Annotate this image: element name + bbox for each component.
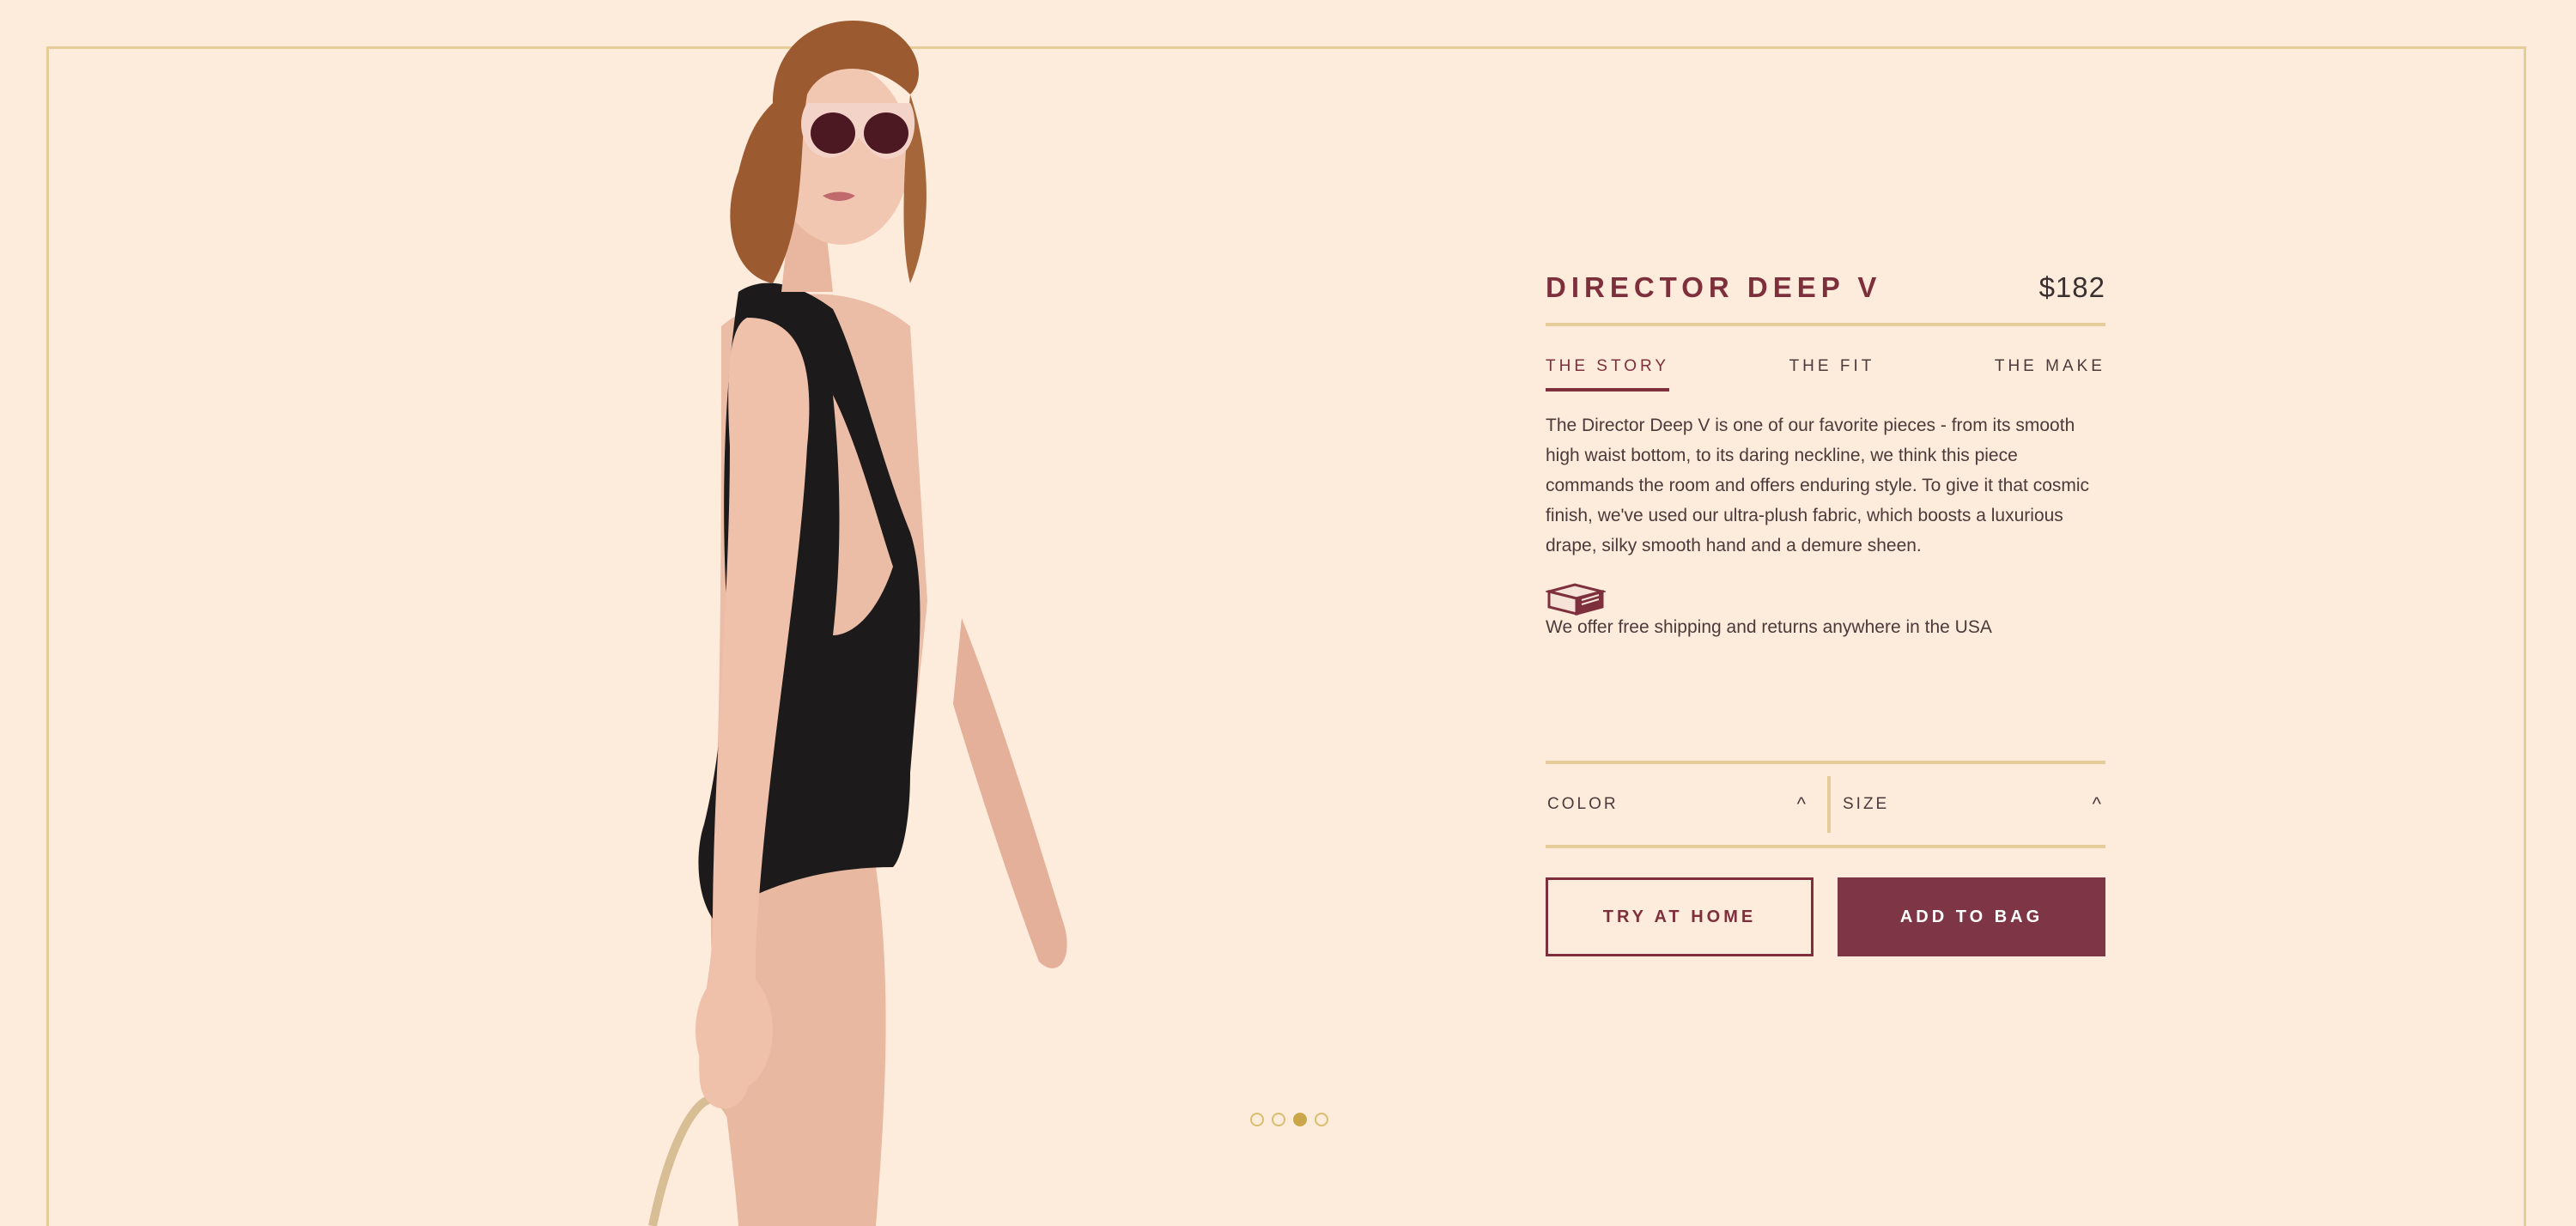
shipping-info: We offer free shipping and returns anywh…: [1546, 583, 2105, 638]
try-at-home-button[interactable]: TRY AT HOME: [1546, 877, 1814, 956]
shipping-text: We offer free shipping and returns anywh…: [1546, 617, 1992, 637]
chevron-up-icon: ^: [2092, 793, 2104, 815]
add-to-bag-button[interactable]: ADD TO BAG: [1838, 877, 2105, 956]
size-dropdown[interactable]: SIZE ^: [1831, 764, 2105, 845]
product-photo: [550, 0, 1168, 1226]
color-dropdown[interactable]: COLOR ^: [1546, 764, 1827, 845]
tab-the-make[interactable]: THE MAKE: [1995, 357, 2105, 391]
color-label: COLOR: [1547, 795, 1619, 813]
carousel-dot[interactable]: [1250, 1113, 1264, 1126]
chevron-up-icon: ^: [1796, 793, 1808, 815]
gold-frame-border: [46, 46, 2526, 1226]
carousel-dots: [1250, 1113, 1328, 1126]
tab-the-story[interactable]: THE STORY: [1546, 357, 1670, 391]
product-info-panel: DIRECTOR DEEP V $182 THE STORY THE FIT T…: [1546, 264, 2105, 956]
product-price: $182: [2038, 271, 2105, 303]
product-page: DIRECTOR DEEP V $182 THE STORY THE FIT T…: [0, 0, 2576, 1226]
size-label: SIZE: [1843, 795, 1890, 813]
carousel-dot[interactable]: [1315, 1113, 1328, 1126]
action-buttons: TRY AT HOME ADD TO BAG: [1546, 877, 2105, 956]
carousel-dot[interactable]: [1272, 1113, 1285, 1126]
title-row: DIRECTOR DEEP V $182: [1546, 264, 2105, 326]
tab-the-fit[interactable]: THE FIT: [1789, 357, 1875, 391]
product-description: The Director Deep V is one of our favori…: [1546, 416, 2090, 555]
box-icon: [1546, 583, 1606, 616]
product-tabs: THE STORY THE FIT THE MAKE: [1546, 357, 2105, 391]
carousel-dot-active[interactable]: [1293, 1113, 1307, 1126]
product-title: DIRECTOR DEEP V: [1546, 271, 1882, 303]
variant-selectors: COLOR ^ SIZE ^: [1546, 761, 2105, 848]
